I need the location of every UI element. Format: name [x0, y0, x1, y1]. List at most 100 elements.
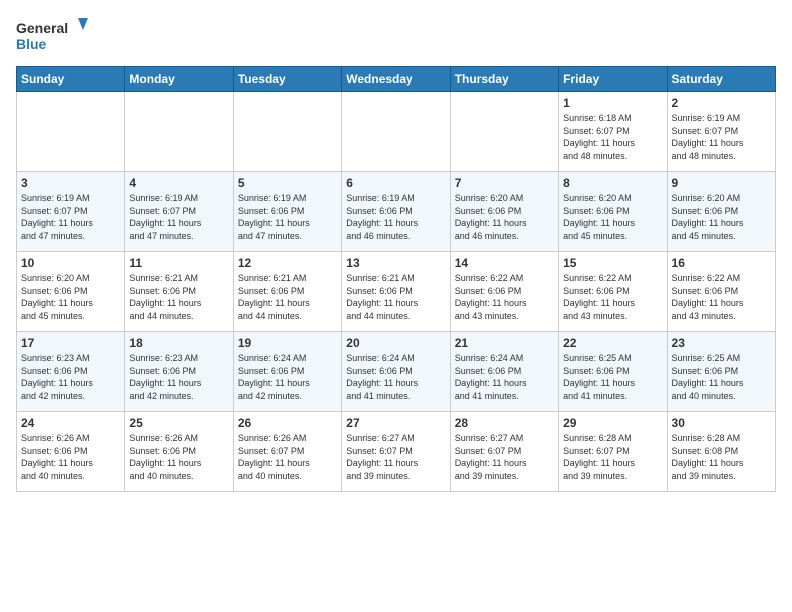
day-number: 30 [672, 416, 771, 430]
day-info: Sunrise: 6:20 AM Sunset: 6:06 PM Dayligh… [21, 272, 120, 322]
svg-text:General: General [16, 20, 68, 36]
calendar-cell: 18 Sunrise: 6:23 AM Sunset: 6:06 PM Dayli… [125, 332, 233, 412]
header-wednesday: Wednesday [342, 67, 450, 92]
day-info: Sunrise: 6:25 AM Sunset: 6:06 PM Dayligh… [563, 352, 662, 402]
day-info: Sunrise: 6:28 AM Sunset: 6:08 PM Dayligh… [672, 432, 771, 482]
day-number: 23 [672, 336, 771, 350]
day-number: 12 [238, 256, 337, 270]
day-number: 4 [129, 176, 228, 190]
day-info: Sunrise: 6:20 AM Sunset: 6:06 PM Dayligh… [455, 192, 554, 242]
calendar-cell: 26 Sunrise: 6:26 AM Sunset: 6:07 PM Dayli… [233, 412, 341, 492]
day-number: 7 [455, 176, 554, 190]
calendar-cell: 5 Sunrise: 6:19 AM Sunset: 6:06 PM Daylig… [233, 172, 341, 252]
day-info: Sunrise: 6:22 AM Sunset: 6:06 PM Dayligh… [672, 272, 771, 322]
day-number: 29 [563, 416, 662, 430]
day-number: 9 [672, 176, 771, 190]
day-number: 14 [455, 256, 554, 270]
day-info: Sunrise: 6:19 AM Sunset: 6:06 PM Dayligh… [346, 192, 445, 242]
calendar-cell: 15Sunrise: 6:22 AM Sunset: 6:06 PM Dayli… [559, 252, 667, 332]
calendar-cell: 2 Sunrise: 6:19 AM Sunset: 6:07 PM Daylig… [667, 92, 775, 172]
calendar-cell [125, 92, 233, 172]
day-number: 5 [238, 176, 337, 190]
calendar-body: 1 Sunrise: 6:18 AM Sunset: 6:07 PM Daylig… [17, 92, 776, 492]
calendar-cell: 20 Sunrise: 6:24 AM Sunset: 6:06 PM Dayli… [342, 332, 450, 412]
day-info: Sunrise: 6:22 AM Sunset: 6:06 PM Dayligh… [455, 272, 554, 322]
day-number: 26 [238, 416, 337, 430]
day-number: 18 [129, 336, 228, 350]
page-header: GeneralBlue [16, 16, 776, 56]
calendar-cell: 25 Sunrise: 6:26 AM Sunset: 6:06 PM Dayli… [125, 412, 233, 492]
day-info: Sunrise: 6:19 AM Sunset: 6:07 PM Dayligh… [129, 192, 228, 242]
calendar-cell: 8 Sunrise: 6:20 AM Sunset: 6:06 PM Daylig… [559, 172, 667, 252]
day-info: Sunrise: 6:24 AM Sunset: 6:06 PM Dayligh… [346, 352, 445, 402]
day-info: Sunrise: 6:26 AM Sunset: 6:06 PM Dayligh… [129, 432, 228, 482]
day-info: Sunrise: 6:23 AM Sunset: 6:06 PM Dayligh… [21, 352, 120, 402]
day-number: 15 [563, 256, 662, 270]
day-number: 16 [672, 256, 771, 270]
day-info: Sunrise: 6:20 AM Sunset: 6:06 PM Dayligh… [563, 192, 662, 242]
day-number: 1 [563, 96, 662, 110]
calendar-cell: 23 Sunrise: 6:25 AM Sunset: 6:06 PM Dayli… [667, 332, 775, 412]
day-number: 20 [346, 336, 445, 350]
day-number: 21 [455, 336, 554, 350]
header-monday: Monday [125, 67, 233, 92]
day-number: 24 [21, 416, 120, 430]
calendar-cell: 3 Sunrise: 6:19 AM Sunset: 6:07 PM Daylig… [17, 172, 125, 252]
calendar-cell: 11 Sunrise: 6:21 AM Sunset: 6:06 PM Dayli… [125, 252, 233, 332]
day-info: Sunrise: 6:24 AM Sunset: 6:06 PM Dayligh… [238, 352, 337, 402]
calendar-cell: 6Sunrise: 6:19 AM Sunset: 6:06 PM Daylig… [342, 172, 450, 252]
calendar-cell [17, 92, 125, 172]
header-saturday: Saturday [667, 67, 775, 92]
calendar-cell: 14 Sunrise: 6:22 AM Sunset: 6:06 PM Dayli… [450, 252, 558, 332]
week-row-3: 17 Sunrise: 6:23 AM Sunset: 6:06 PM Dayli… [17, 332, 776, 412]
day-info: Sunrise: 6:19 AM Sunset: 6:06 PM Dayligh… [238, 192, 337, 242]
calendar-cell: 19Sunrise: 6:24 AM Sunset: 6:06 PM Dayli… [233, 332, 341, 412]
logo-svg: GeneralBlue [16, 16, 96, 56]
header-thursday: Thursday [450, 67, 558, 92]
calendar-cell: 27Sunrise: 6:27 AM Sunset: 6:07 PM Dayli… [342, 412, 450, 492]
header-friday: Friday [559, 67, 667, 92]
day-info: Sunrise: 6:18 AM Sunset: 6:07 PM Dayligh… [563, 112, 662, 162]
day-info: Sunrise: 6:23 AM Sunset: 6:06 PM Dayligh… [129, 352, 228, 402]
day-number: 11 [129, 256, 228, 270]
day-number: 25 [129, 416, 228, 430]
day-number: 17 [21, 336, 120, 350]
calendar-cell: 17 Sunrise: 6:23 AM Sunset: 6:06 PM Dayli… [17, 332, 125, 412]
day-number: 8 [563, 176, 662, 190]
calendar-cell: 16 Sunrise: 6:22 AM Sunset: 6:06 PM Dayli… [667, 252, 775, 332]
day-info: Sunrise: 6:27 AM Sunset: 6:07 PM Dayligh… [455, 432, 554, 482]
calendar-cell: 4 Sunrise: 6:19 AM Sunset: 6:07 PM Daylig… [125, 172, 233, 252]
day-info: Sunrise: 6:28 AM Sunset: 6:07 PM Dayligh… [563, 432, 662, 482]
calendar-table: SundayMondayTuesdayWednesdayThursdayFrid… [16, 66, 776, 492]
day-info: Sunrise: 6:20 AM Sunset: 6:06 PM Dayligh… [672, 192, 771, 242]
day-number: 28 [455, 416, 554, 430]
day-info: Sunrise: 6:24 AM Sunset: 6:06 PM Dayligh… [455, 352, 554, 402]
calendar-cell: 13Sunrise: 6:21 AM Sunset: 6:06 PM Dayli… [342, 252, 450, 332]
day-info: Sunrise: 6:21 AM Sunset: 6:06 PM Dayligh… [346, 272, 445, 322]
calendar-cell: 21 Sunrise: 6:24 AM Sunset: 6:06 PM Dayli… [450, 332, 558, 412]
calendar-cell: 29 Sunrise: 6:28 AM Sunset: 6:07 PM Dayli… [559, 412, 667, 492]
week-row-4: 24 Sunrise: 6:26 AM Sunset: 6:06 PM Dayli… [17, 412, 776, 492]
day-info: Sunrise: 6:19 AM Sunset: 6:07 PM Dayligh… [672, 112, 771, 162]
day-number: 3 [21, 176, 120, 190]
day-info: Sunrise: 6:25 AM Sunset: 6:06 PM Dayligh… [672, 352, 771, 402]
day-info: Sunrise: 6:21 AM Sunset: 6:06 PM Dayligh… [238, 272, 337, 322]
calendar-cell [450, 92, 558, 172]
calendar-cell: 7 Sunrise: 6:20 AM Sunset: 6:06 PM Daylig… [450, 172, 558, 252]
week-row-1: 3 Sunrise: 6:19 AM Sunset: 6:07 PM Daylig… [17, 172, 776, 252]
day-info: Sunrise: 6:26 AM Sunset: 6:06 PM Dayligh… [21, 432, 120, 482]
day-number: 2 [672, 96, 771, 110]
calendar-cell: 30 Sunrise: 6:28 AM Sunset: 6:08 PM Dayli… [667, 412, 775, 492]
day-info: Sunrise: 6:19 AM Sunset: 6:07 PM Dayligh… [21, 192, 120, 242]
day-info: Sunrise: 6:27 AM Sunset: 6:07 PM Dayligh… [346, 432, 445, 482]
calendar-cell [233, 92, 341, 172]
logo: GeneralBlue [16, 16, 96, 56]
calendar-cell: 12 Sunrise: 6:21 AM Sunset: 6:06 PM Dayli… [233, 252, 341, 332]
day-info: Sunrise: 6:21 AM Sunset: 6:06 PM Dayligh… [129, 272, 228, 322]
day-number: 22 [563, 336, 662, 350]
calendar-cell: 9 Sunrise: 6:20 AM Sunset: 6:06 PM Daylig… [667, 172, 775, 252]
week-row-2: 10Sunrise: 6:20 AM Sunset: 6:06 PM Dayli… [17, 252, 776, 332]
header-tuesday: Tuesday [233, 67, 341, 92]
day-info: Sunrise: 6:26 AM Sunset: 6:07 PM Dayligh… [238, 432, 337, 482]
calendar-cell: 24 Sunrise: 6:26 AM Sunset: 6:06 PM Dayli… [17, 412, 125, 492]
